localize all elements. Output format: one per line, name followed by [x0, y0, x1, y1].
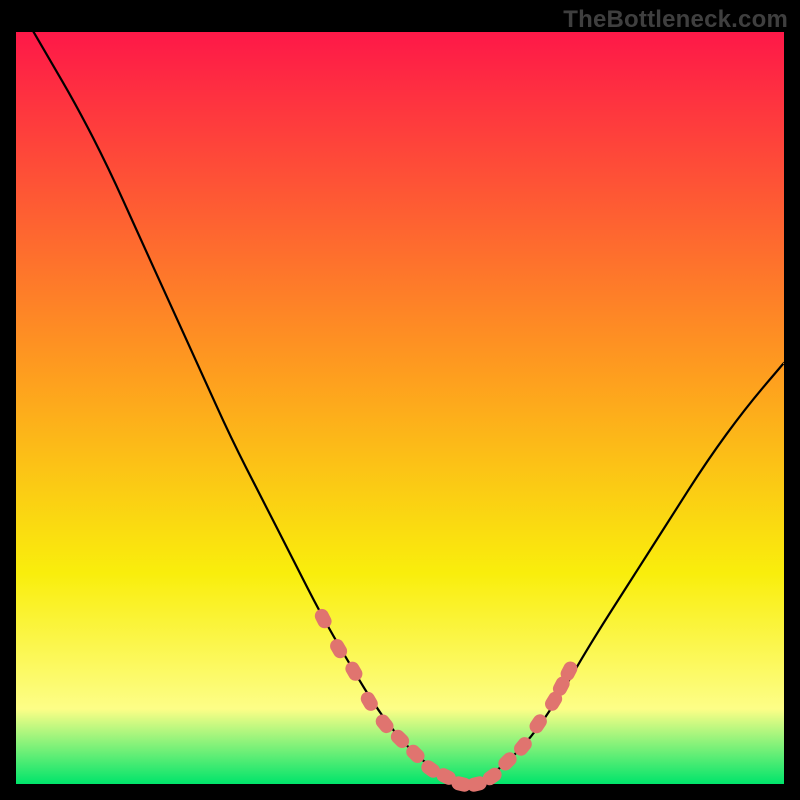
chart-container: TheBottleneck.com [0, 0, 800, 800]
gradient-background [16, 32, 784, 784]
chart-svg [0, 0, 800, 800]
